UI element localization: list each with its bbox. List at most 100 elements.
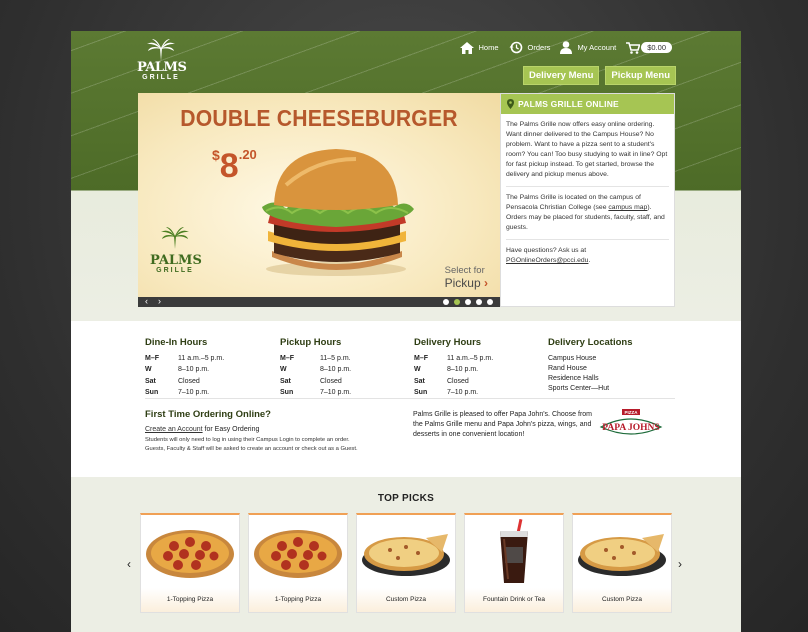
location-item: Campus House [548,355,597,362]
time: 8–10 p.m. [320,366,352,374]
hero-logo: PALMS GRILLE [150,227,202,274]
table-row: Sat Closed [145,377,224,388]
divider [145,398,675,399]
carousel-prev-button[interactable]: ‹ [145,296,148,306]
carousel-dot[interactable] [465,299,471,305]
user-icon [560,41,573,54]
top-picks-section: TOP PICKS ‹ › 1-Topping Pizza 1-Topping … [71,477,741,632]
location-item: Residence Halls [548,375,599,382]
day: Sat [414,377,425,385]
picks-prev-button[interactable]: ‹ [127,557,131,571]
pickup-table: M–F 11–5 p.m. W 8–10 p.m. Sat Closed Sun 7–1… [280,354,351,400]
table-row: M–F 11–5 p.m. [280,354,351,365]
pickup-title: Pickup Hours [280,337,342,348]
nav-home-label: Home [478,43,499,52]
info-text: Have questions? Ask us at [506,247,587,254]
location-item: Rand House [548,365,587,372]
pickup-hours: Pickup Hours M–F 11–5 p.m. W 8–10 p.m. Sat… [280,337,351,400]
delivery-locations: Delivery Locations Campus House Rand Hou… [548,337,632,394]
pepperoni-pizza-image [249,515,347,589]
carousel-dots [443,299,493,305]
campus-map-link[interactable]: campus map [608,204,647,211]
create-account-link[interactable]: Create an Account [145,426,203,433]
info-para-ordering: The Palms Grille now offers easy online … [506,120,669,187]
picks-carousel: 1-Topping Pizza 1-Topping Pizza Custom P… [140,513,672,613]
table-row: W 8–10 p.m. [414,365,493,376]
day: M–F [145,355,159,362]
carousel-next-button[interactable]: › [158,296,161,306]
carousel-dot[interactable] [476,299,482,305]
first-time-title: First Time Ordering Online? [145,409,271,420]
hero-carousel[interactable]: DOUBLE CHEESEBURGER $8.20 PALMS GRILLE S… [138,93,500,307]
time: 11 a.m.–5 p.m. [178,355,225,362]
pick-card[interactable]: Fountain Drink or Tea [464,513,564,613]
table-row: W 8–10 p.m. [280,365,351,376]
pepperoni-pizza-image [141,515,239,589]
logo-subtext: GRILLE [142,74,180,81]
select-for-pickup-link[interactable]: Select for Pickup › [445,265,488,290]
time: 8–10 p.m. [178,366,210,374]
day: Sat [280,377,291,385]
page: PALMS GRILLE Home Orders My Account $0.0… [71,31,741,632]
nav-home[interactable]: Home [459,41,499,54]
cta-line2: Pickup [444,276,481,290]
day: W [414,366,421,374]
papa-logo-main: PAPA JOHNS [602,423,659,433]
delivery-menu-button[interactable]: Delivery Menu [522,66,600,85]
cart-icon [626,41,641,54]
pick-card[interactable]: Custom Pizza [572,513,672,613]
nav-account[interactable]: My Account [560,41,616,54]
price-cents: .20 [238,147,257,162]
logo-text: PALMS [137,60,187,75]
table-row: Sat Closed [414,377,493,388]
time: 11–5 p.m. [320,355,351,362]
price-dollars: 8 [219,147,239,185]
email-link[interactable]: PGOnlineOrders@pcci.edu [506,257,588,264]
pick-label: Custom Pizza [573,588,671,612]
hero-logo-subtext: GRILLE [156,267,194,274]
dine-in-table: M–F 11 a.m.–5 p.m. W 8–10 p.m. Sat Closed S… [145,354,224,400]
carousel-dot-active[interactable] [454,299,460,305]
pick-label: Custom Pizza [357,588,455,612]
student-note: Students will only need to log in using … [145,437,350,443]
info-text: . [588,257,591,264]
palm-tree-icon [147,39,175,61]
info-panel: PALMS GRILLE ONLINE The Palms Grille now… [500,93,675,307]
cta-line1: Select for [444,265,485,276]
cart-total: $0.00 [641,42,672,53]
carousel-dot[interactable] [487,299,493,305]
info-panel-title: PALMS GRILLE ONLINE [518,99,619,109]
delivery-hours: Delivery Hours M–F 11 a.m.–5 p.m. W 8–10 p… [414,337,493,400]
picks-next-button[interactable]: › [678,557,682,571]
pickup-menu-button[interactable]: Pickup Menu [605,66,676,85]
pick-card[interactable]: 1-Topping Pizza [140,513,240,613]
site-logo[interactable]: PALMS GRILLE [137,39,187,89]
day: M–F [280,355,294,362]
day: W [280,366,287,374]
palm-tree-icon [161,227,189,249]
info-panel-header: PALMS GRILLE ONLINE [501,94,674,114]
custom-pizza-image [357,515,455,589]
carousel-dot[interactable] [443,299,449,305]
table-row: W 8–10 p.m. [145,365,224,376]
create-account-line: Create an Account for Easy Ordering [145,426,405,433]
nav-orders-label: Orders [527,43,551,52]
create-account-suffix: for Easy Ordering [202,426,260,433]
nav-orders[interactable]: Orders [509,41,551,54]
top-nav: Home Orders My Account $0.00 [459,41,672,54]
time: Closed [178,377,200,385]
papa-johns-logo: PIZZA PAPA JOHNS [599,409,663,435]
guest-note: Guests, Faculty & Staff will be asked to… [145,446,358,452]
hero-title: DOUBLE CHEESEBURGER [180,105,458,131]
location-pin-icon [507,99,514,109]
info-para-questions: Have questions? Ask us at PGOnlineOrders@… [506,246,669,272]
pick-card[interactable]: Custom Pizza [356,513,456,613]
cart-button[interactable]: $0.00 [626,41,672,54]
day: W [145,366,152,374]
time: Closed [320,377,342,385]
time: 8–10 p.m. [447,366,479,374]
history-icon [509,41,522,54]
day: M–F [414,355,428,362]
menu-buttons: Delivery Menu Pickup Menu [522,66,676,85]
pick-card[interactable]: 1-Topping Pizza [248,513,348,613]
